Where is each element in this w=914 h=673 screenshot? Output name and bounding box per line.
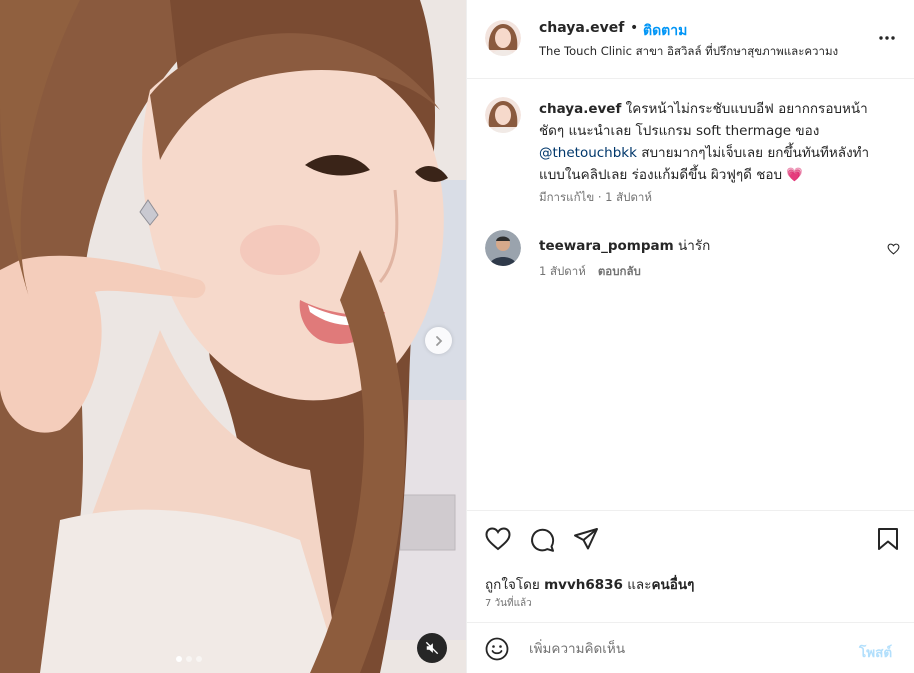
paper-plane-icon — [574, 528, 598, 550]
comment-text: น่ารัก — [678, 238, 711, 254]
caption-username[interactable]: chaya.evef — [539, 101, 621, 117]
emoji-button[interactable] — [485, 637, 509, 665]
more-options-button[interactable] — [875, 26, 899, 50]
post-side-panel: chaya.evef • ติดตาม The Touch Clinic สาข… — [466, 0, 914, 673]
action-bar: ถูกใจโดย mvvh6836 และคนอื่นๆ 7 วันที่แล้… — [467, 510, 914, 622]
likes-user[interactable]: mvvh6836 — [544, 577, 623, 593]
post-comment-button[interactable]: โพสต์ — [859, 641, 892, 663]
chevron-right-icon — [435, 335, 442, 346]
carousel-dot — [196, 656, 202, 662]
comment-username[interactable]: teewara_pompam — [539, 238, 674, 254]
header-separator: • — [630, 20, 639, 36]
comment-composer: โพสต์ — [467, 622, 914, 673]
comment-time: 1 สัปดาห์ — [539, 264, 586, 278]
carousel-dot-active — [176, 656, 182, 662]
heart-outline-icon — [887, 243, 900, 255]
mute-button[interactable] — [417, 633, 447, 663]
author-username[interactable]: chaya.evef — [539, 20, 624, 36]
likes-others[interactable]: คนอื่นๆ — [651, 577, 694, 593]
post-photo — [0, 0, 466, 673]
post-header: chaya.evef • ติดตาม The Touch Clinic สาข… — [467, 0, 914, 79]
next-slide-button[interactable] — [425, 327, 452, 354]
like-button[interactable] — [485, 527, 511, 555]
caption-mention[interactable]: @thetouchbkk — [539, 145, 637, 161]
author-avatar-image — [485, 20, 521, 56]
heart-icon — [485, 527, 511, 551]
caption-author-avatar[interactable] — [485, 97, 521, 133]
carousel-indicator — [176, 656, 202, 662]
follow-button[interactable]: ติดตาม — [643, 20, 687, 42]
carousel-dot — [186, 656, 192, 662]
comment-button[interactable] — [529, 527, 555, 557]
bookmark-icon — [878, 528, 898, 550]
post-media[interactable] — [0, 0, 466, 673]
reply-button[interactable]: ตอบกลับ — [598, 263, 641, 281]
author-avatar[interactable] — [485, 20, 521, 56]
speech-bubble-icon — [531, 528, 555, 552]
comments-section: chaya.evef ใครหน้าไม่กระชับแบบอีฟ อยากกร… — [467, 80, 914, 510]
post-location[interactable]: The Touch Clinic สาขา อิสวิลล์ ที่ปรึกษา… — [539, 43, 869, 61]
comment-like-button[interactable] — [887, 240, 900, 259]
post-timestamp[interactable]: 7 วันที่แล้ว — [485, 596, 532, 611]
commenter-avatar-image — [485, 230, 521, 266]
comment-input[interactable] — [529, 637, 849, 661]
share-button[interactable] — [573, 527, 599, 555]
caption-meta: มีการแก้ไข · 1 สัปดาห์ — [539, 190, 652, 204]
likes-middle: และ — [627, 577, 652, 593]
commenter-avatar[interactable] — [485, 230, 521, 266]
likes-prefix: ถูกใจโดย — [485, 577, 540, 593]
post-dialog: chaya.evef • ติดตาม The Touch Clinic สาข… — [0, 0, 914, 673]
caption-avatar-image — [485, 97, 521, 133]
save-button[interactable] — [877, 527, 899, 555]
comment-meta: 1 สัปดาห์ ตอบกลับ — [539, 263, 641, 281]
post-caption: chaya.evef ใครหน้าไม่กระชับแบบอีฟ อยากกร… — [539, 98, 891, 186]
more-horizontal-icon — [879, 36, 895, 40]
smiley-icon — [485, 637, 509, 661]
heart-emoji: 💗 — [786, 167, 804, 183]
likes-summary: ถูกใจโดย mvvh6836 และคนอื่นๆ — [485, 573, 694, 595]
comment-body: teewara_pompam น่ารัก — [539, 234, 710, 256]
speaker-muted-icon — [425, 641, 439, 655]
